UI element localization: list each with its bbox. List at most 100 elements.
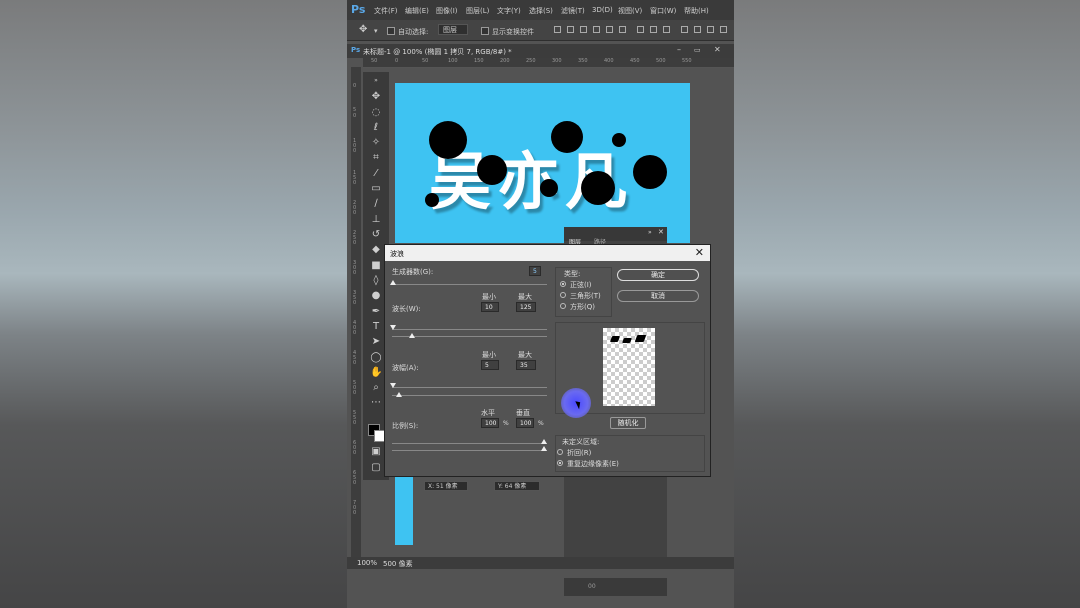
ruler-tick: 2 0 0 (353, 200, 357, 216)
ruler-tick: 2 5 0 (353, 230, 357, 246)
align-top-icon[interactable] (554, 26, 561, 33)
more-tools-icon[interactable]: ⋯ (370, 397, 382, 409)
wavelength-min-field[interactable]: 10 (481, 302, 499, 312)
randomize-button[interactable]: 随机化 (610, 417, 646, 429)
type-tool-icon[interactable]: T (370, 321, 382, 333)
stamp-tool-icon[interactable]: ⊥ (370, 214, 382, 226)
auto-align-icon[interactable] (720, 26, 727, 33)
show-transform-checkbox[interactable] (481, 27, 489, 35)
document-canvas[interactable]: 吴亦凡 (395, 83, 690, 243)
distribute-hcenter-icon[interactable] (694, 26, 701, 33)
panel-close-icon[interactable]: ✕ (658, 228, 664, 236)
menu-window[interactable]: 窗口(W) (650, 6, 676, 16)
screen-mode-icon[interactable]: ▢ (370, 462, 382, 474)
quick-mask-icon[interactable]: ▣ (370, 446, 382, 458)
distribute-left-icon[interactable] (681, 26, 688, 33)
amplitude-max-thumb[interactable] (396, 392, 402, 397)
menu-select[interactable]: 选择(S) (529, 6, 553, 16)
generators-slider-thumb[interactable] (390, 280, 396, 285)
ruler-tick: 200 (500, 58, 510, 64)
maximize-icon[interactable]: ▭ (694, 46, 701, 54)
amplitude-slider-track-bottom[interactable] (392, 395, 547, 396)
scale-horizontal-thumb[interactable] (541, 439, 547, 444)
zoom-level[interactable]: 100% (357, 559, 377, 567)
move-tool-icon[interactable]: ✥ (370, 91, 382, 103)
wavelength-max-field[interactable]: 125 (516, 302, 536, 312)
gradient-tool-icon[interactable]: ■ (370, 260, 382, 272)
align-vcenter-icon[interactable] (567, 26, 574, 33)
ok-button[interactable]: 确定 (617, 269, 699, 281)
scale-vertical-thumb[interactable] (541, 446, 547, 451)
repeat-edge-label[interactable]: 重复边缘像素(E) (567, 459, 619, 469)
shape-tool-icon[interactable]: ◯ (370, 352, 382, 364)
crop-tool-icon[interactable]: ⌗ (370, 152, 382, 164)
distribute-top-icon[interactable] (637, 26, 644, 33)
hand-tool-icon[interactable]: ✋ (370, 367, 382, 379)
lasso-tool-icon[interactable]: ℓ (370, 122, 382, 134)
type-square-label[interactable]: 方形(Q) (570, 302, 595, 312)
document-tab[interactable]: 未标题-1 @ 100% (椭圆 1 拷贝 7, RGB/8#) * (363, 47, 512, 57)
type-sine-label[interactable]: 正弦(I) (570, 280, 592, 290)
scale-slider-track-top[interactable] (392, 443, 547, 444)
type-square-radio[interactable] (560, 303, 566, 309)
align-right-icon[interactable] (619, 26, 626, 33)
dialog-close-icon[interactable]: ✕ (695, 246, 704, 259)
auto-select-target-dropdown[interactable]: 图层 (438, 24, 468, 35)
menu-type[interactable]: 文字(Y) (497, 6, 521, 16)
distribute-bottom-icon[interactable] (663, 26, 670, 33)
generators-field[interactable]: 5 (529, 266, 541, 276)
pen-tool-icon[interactable]: ✒ (370, 306, 382, 318)
menu-help[interactable]: 帮助(H) (684, 6, 709, 16)
dodge-tool-icon[interactable]: ● (370, 290, 382, 302)
distribute-vcenter-icon[interactable] (650, 26, 657, 33)
align-left-icon[interactable] (593, 26, 600, 33)
scale-vertical-field[interactable]: 100 (516, 418, 534, 428)
wavelength-slider-track-top[interactable] (392, 329, 547, 330)
wrap-around-label[interactable]: 折回(R) (567, 448, 591, 458)
align-hcenter-icon[interactable] (606, 26, 613, 33)
repeat-edge-radio[interactable] (557, 460, 563, 466)
healing-tool-icon[interactable]: ▭ (370, 183, 382, 195)
amplitude-max-field[interactable]: 35 (516, 360, 536, 370)
wavelength-min-thumb[interactable] (390, 325, 396, 330)
brush-tool-icon[interactable]: ∕ (370, 198, 382, 210)
marquee-tool-icon[interactable]: ◌ (370, 107, 382, 119)
menu-view[interactable]: 视图(V) (618, 6, 642, 16)
magic-wand-tool-icon[interactable]: ✧ (370, 137, 382, 149)
menu-image[interactable]: 图像(I) (436, 6, 458, 16)
align-bottom-icon[interactable] (580, 26, 587, 33)
eyedropper-tool-icon[interactable]: ⁄ (370, 168, 382, 180)
type-triangle-radio[interactable] (560, 292, 566, 298)
blur-tool-icon[interactable]: ◊ (370, 275, 382, 287)
history-brush-icon[interactable]: ↺ (370, 229, 382, 241)
scale-horizontal-field[interactable]: 100 (481, 418, 499, 428)
scale-slider-track-bottom[interactable] (392, 450, 547, 451)
menu-file[interactable]: 文件(F) (374, 6, 398, 16)
amplitude-min-field[interactable]: 5 (481, 360, 499, 370)
zoom-tool-icon[interactable]: ⌕ (370, 382, 382, 394)
type-triangle-label[interactable]: 三角形(T) (570, 291, 601, 301)
move-tool-icon[interactable]: ✥ (359, 24, 367, 35)
auto-select-checkbox[interactable] (387, 27, 395, 35)
menu-3d[interactable]: 3D(D) (592, 6, 613, 14)
wrap-around-radio[interactable] (557, 449, 563, 455)
minimize-icon[interactable]: – (677, 45, 681, 54)
amplitude-min-thumb[interactable] (390, 383, 396, 388)
canvas-visible-edge (395, 473, 413, 545)
generators-slider-track[interactable] (392, 284, 547, 285)
amplitude-slider-track-top[interactable] (392, 387, 547, 388)
path-select-tool-icon[interactable]: ➤ (370, 336, 382, 348)
menu-filter[interactable]: 滤镜(T) (561, 6, 585, 16)
collapse-icon[interactable]: » (370, 75, 382, 87)
close-icon[interactable]: ✕ (714, 45, 721, 54)
menu-edit[interactable]: 编辑(E) (405, 6, 429, 16)
panel-collapse-icon[interactable]: » (648, 229, 652, 236)
distribute-right-icon[interactable] (707, 26, 714, 33)
wavelength-slider-track-bottom[interactable] (392, 336, 547, 337)
chevron-down-icon[interactable]: ▾ (374, 27, 378, 35)
cancel-button[interactable]: 取消 (617, 290, 699, 302)
menu-layer[interactable]: 图层(L) (466, 6, 489, 16)
wavelength-max-thumb[interactable] (409, 333, 415, 338)
eraser-tool-icon[interactable]: ◆ (370, 244, 382, 256)
type-sine-radio[interactable] (560, 281, 566, 287)
